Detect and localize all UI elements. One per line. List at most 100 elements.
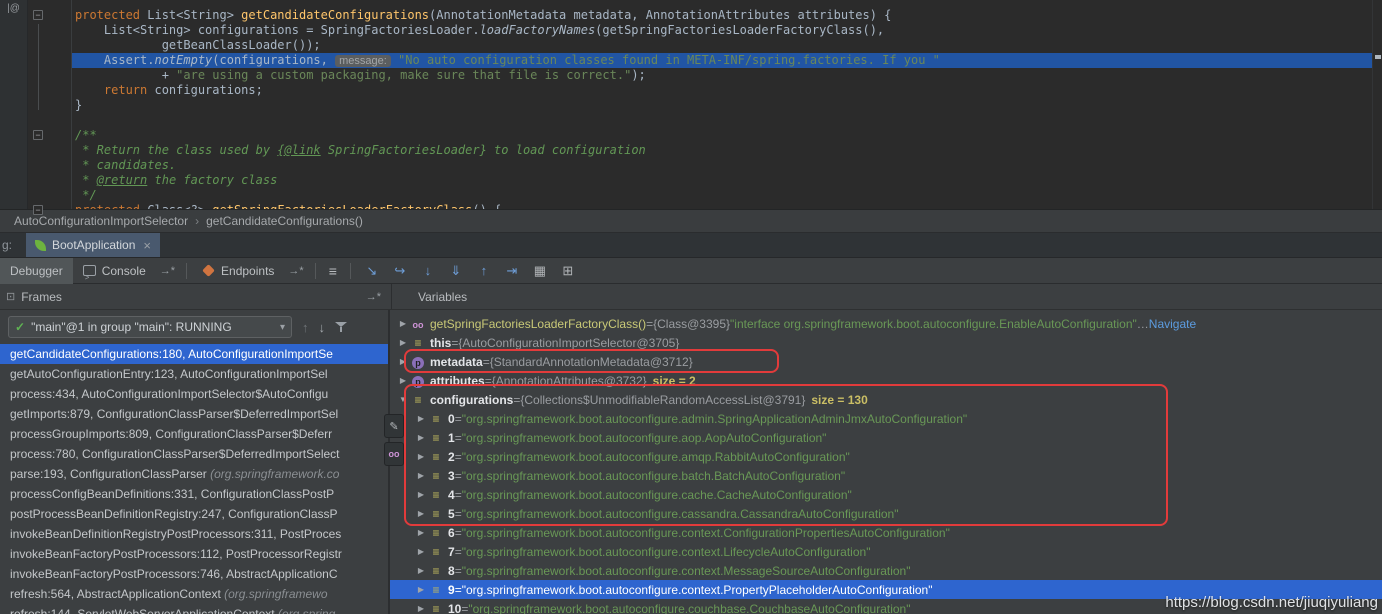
tree-toggle-icon[interactable]: ▶ xyxy=(396,319,410,328)
hide-library-frames-icon[interactable] xyxy=(335,321,348,334)
code-line[interactable]: + "are using a custom packaging, make su… xyxy=(75,68,1372,83)
debugger-panels: ✓ "main"@1 in group "main": RUNNING ▾ ↑ … xyxy=(0,310,1382,614)
frame-row[interactable]: process:780, ConfigurationClassParser$De… xyxy=(0,444,388,464)
previous-frame-icon[interactable]: ↑ xyxy=(302,320,309,335)
tree-toggle-icon[interactable]: ▶ xyxy=(396,376,410,385)
frame-row[interactable]: getCandidateConfigurations:180, AutoConf… xyxy=(0,344,388,364)
error-stripe[interactable] xyxy=(1372,0,1382,209)
tree-toggle-icon[interactable]: ▶ xyxy=(414,433,428,442)
step-out-icon[interactable]: ↑ xyxy=(475,263,493,278)
code-line[interactable]: Assert.notEmpty(configurations, message:… xyxy=(72,53,1372,68)
open-in-new-tab-icon[interactable]: →* xyxy=(160,265,175,277)
variable-row[interactable]: ▶ ≡ 4 = "org.springframework.boot.autoconf… xyxy=(390,485,1382,504)
variable-row[interactable]: ▼ ≡ configurations = {Collections$Unmodifi… xyxy=(390,390,1382,409)
fold-icon[interactable]: − xyxy=(33,130,43,140)
variable-row[interactable]: ▶ ≡ 6 = "org.springframework.boot.autoconf… xyxy=(390,523,1382,542)
variable-row[interactable]: ▶ ≡ 2 = "org.springframework.boot.autoconf… xyxy=(390,447,1382,466)
tree-toggle-icon[interactable]: ▶ xyxy=(414,528,428,537)
evaluate-expression-icon[interactable]: ▦ xyxy=(531,263,549,279)
tree-toggle-icon[interactable]: ▶ xyxy=(414,414,428,423)
step-over-icon[interactable]: ↪ xyxy=(391,263,409,279)
tree-toggle-icon[interactable]: ▶ xyxy=(414,585,428,594)
tree-toggle-icon[interactable]: ▶ xyxy=(414,547,428,556)
tree-toggle-icon[interactable]: ▶ xyxy=(414,509,428,518)
tree-toggle-icon[interactable]: ▶ xyxy=(414,490,428,499)
breadcrumb-item[interactable]: getCandidateConfigurations() xyxy=(206,214,363,228)
error-stripe-marker[interactable] xyxy=(1375,55,1381,59)
navigate-link[interactable]: Navigate xyxy=(1149,317,1196,331)
frame-row[interactable]: invokeBeanFactoryPostProcessors:746, Abs… xyxy=(0,564,388,584)
code-line[interactable]: } xyxy=(75,98,1372,113)
code-line[interactable]: * Return the class used by {@link Spring… xyxy=(75,143,1372,158)
code-line[interactable]: * @return the factory class xyxy=(75,173,1372,188)
close-icon[interactable]: × xyxy=(143,238,151,253)
variable-row[interactable]: ▶ ≡ 0 = "org.springframework.boot.autoconf… xyxy=(390,409,1382,428)
code-line[interactable]: protected List<String> getCandidateConfi… xyxy=(75,8,1372,23)
frame-row[interactable]: invokeBeanFactoryPostProcessors:112, Pos… xyxy=(0,544,388,564)
code-line[interactable]: /** xyxy=(75,128,1372,143)
value-icon: ≡ xyxy=(432,544,440,559)
code-line[interactable]: * candidates. xyxy=(75,158,1372,173)
tab-endpoints[interactable]: Endpoints xyxy=(194,258,284,284)
editor-gutter[interactable]: − − − xyxy=(28,0,72,215)
variable-row[interactable]: ▶ p metadata = {StandardAnnotationMetadata… xyxy=(390,352,1382,371)
thread-row: ✓ "main"@1 in group "main": RUNNING ▾ ↑ … xyxy=(0,310,388,344)
frame-row[interactable]: refresh:564, AbstractApplicationContext … xyxy=(0,584,388,604)
tree-toggle-icon[interactable]: ▶ xyxy=(414,604,428,613)
breadcrumb-item[interactable]: AutoConfigurationImportSelector xyxy=(14,214,188,228)
variable-value: "interface org.springframework.boot.auto… xyxy=(730,316,1137,331)
next-frame-icon[interactable]: ↓ xyxy=(319,320,326,335)
fold-icon[interactable]: − xyxy=(33,10,43,20)
frame-row[interactable]: parse:193, ConfigurationClassParser (org… xyxy=(0,464,388,484)
frame-row[interactable]: refresh:144, ServletWebServerApplication… xyxy=(0,604,388,614)
tree-toggle-icon[interactable]: ▶ xyxy=(414,566,428,575)
variable-row[interactable]: ▶ ≡ 3 = "org.springframework.boot.autoconf… xyxy=(390,466,1382,485)
show-execution-point-icon[interactable]: ↘ xyxy=(363,263,381,279)
variable-row[interactable]: ▶ p attributes = {AnnotationAttributes@373… xyxy=(390,371,1382,390)
variable-row[interactable]: ▶ ≡ this = {AutoConfigurationImportSelecto… xyxy=(390,333,1382,352)
frame-row[interactable]: invokeBeanDefinitionRegistryPostProcesso… xyxy=(0,524,388,544)
watch-icon: oo xyxy=(412,319,424,330)
variable-row[interactable]: ▶ ≡ 5 = "org.springframework.boot.autoconf… xyxy=(390,504,1382,523)
code-line[interactable]: return configurations; xyxy=(75,83,1372,98)
code-line[interactable] xyxy=(75,113,1372,128)
code-area[interactable]: protected List<String> getCandidateConfi… xyxy=(72,0,1372,209)
tool-window-stripe: |@ xyxy=(0,0,28,209)
frame-row[interactable]: getAutoConfigurationEntry:123, AutoConfi… xyxy=(0,364,388,384)
frame-row[interactable]: process:434, AutoConfigurationImportSele… xyxy=(0,384,388,404)
tree-toggle-icon[interactable]: ▶ xyxy=(414,452,428,461)
tool-window-stripe-icon[interactable]: |@ xyxy=(2,3,26,14)
add-to-watches-button[interactable]: oo xyxy=(384,442,404,466)
tree-toggle-icon[interactable]: ▶ xyxy=(414,471,428,480)
open-in-new-tab-icon[interactable]: →* xyxy=(288,265,303,277)
force-step-into-icon[interactable]: ⇓ xyxy=(447,263,465,279)
tab-console[interactable]: Console xyxy=(73,258,156,291)
variable-row[interactable]: ▶ ≡ 7 = "org.springframework.boot.autoconf… xyxy=(390,542,1382,561)
code-line[interactable]: */ xyxy=(75,188,1372,203)
tree-toggle-icon[interactable]: ▶ xyxy=(396,338,410,347)
run-to-cursor-icon[interactable]: ⇥ xyxy=(503,263,521,279)
frame-row[interactable]: processGroupImports:809, ConfigurationCl… xyxy=(0,424,388,444)
layout-settings-icon[interactable]: ≡ xyxy=(329,263,337,279)
code-line[interactable]: List<String> configurations = SpringFact… xyxy=(75,23,1372,38)
step-into-icon[interactable]: ↓ xyxy=(419,263,437,278)
tab-debugger[interactable]: Debugger xyxy=(0,257,73,284)
code-line[interactable]: getBeanClassLoader()); xyxy=(75,38,1372,53)
frame-row[interactable]: processConfigBeanDefinitions:331, Config… xyxy=(0,484,388,504)
variable-value: "org.springframework.boot.autoconfigure.… xyxy=(461,563,911,578)
tab-boot-application[interactable]: BootApplication × xyxy=(26,233,160,257)
move-to-editor-icon[interactable]: →* xyxy=(366,291,381,303)
fold-icon[interactable]: − xyxy=(33,205,43,215)
frame-row[interactable]: postProcessBeanDefinitionRegistry:247, C… xyxy=(0,504,388,524)
tree-toggle-icon[interactable]: ▼ xyxy=(396,395,410,404)
settings-grid-icon[interactable]: ⊞ xyxy=(559,263,577,279)
edit-watch-button[interactable]: ✎ xyxy=(384,414,404,438)
variable-row[interactable]: ▶ ≡ 1 = "org.springframework.boot.autoconf… xyxy=(390,428,1382,447)
variable-row[interactable]: ▶ ≡ 8 = "org.springframework.boot.autoconf… xyxy=(390,561,1382,580)
code-line[interactable]: protected Class<?> getSpringFactoriesLoa… xyxy=(75,203,1372,209)
thread-selector[interactable]: ✓ "main"@1 in group "main": RUNNING ▾ xyxy=(8,316,292,338)
tree-toggle-icon[interactable]: ▶ xyxy=(396,357,410,366)
frame-row[interactable]: getImports:879, ConfigurationClassParser… xyxy=(0,404,388,424)
variable-row[interactable]: ▶ oo getSpringFactoriesLoaderFactoryClass(… xyxy=(390,314,1382,333)
value-icon: ≡ xyxy=(432,411,440,426)
